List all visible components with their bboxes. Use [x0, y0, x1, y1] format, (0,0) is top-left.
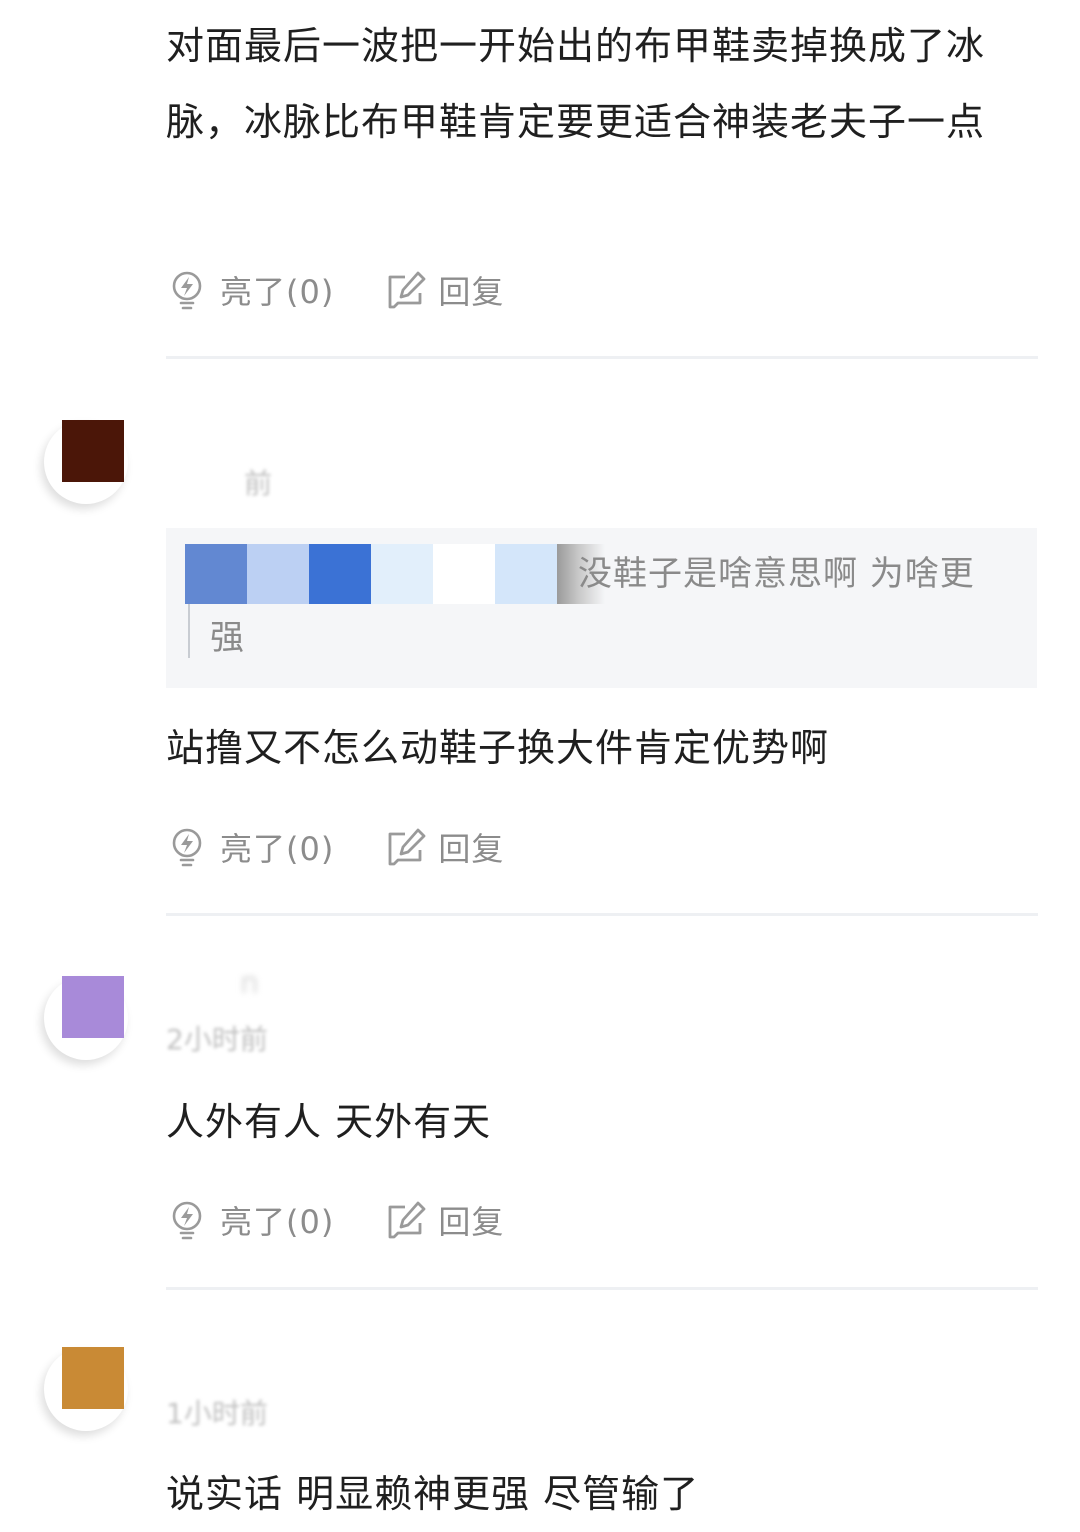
mosaic-block: [495, 544, 557, 604]
quoted-text-continued: 强: [210, 618, 244, 658]
comment-thread: 对面最后一波把一开始出的布甲鞋卖掉换成了冰脉，冰脉比布甲鞋肯定要更适合神装老夫子…: [0, 0, 1080, 1532]
edit-reply-icon: [388, 1201, 426, 1239]
quoted-text: 没鞋子是啥意思啊 为啥更: [578, 554, 975, 594]
comment-time: 前: [244, 467, 273, 500]
like-button[interactable]: 亮了(0): [166, 1197, 334, 1243]
mosaic-block: [433, 544, 495, 604]
mosaic-block: [371, 544, 433, 604]
reply-label: 回复: [438, 1203, 505, 1241]
reply-label: 回复: [438, 273, 505, 311]
lightbulb-icon: [172, 271, 202, 310]
divider: [166, 356, 1038, 359]
avatar[interactable]: [44, 420, 128, 504]
avatar-image: [62, 1347, 124, 1409]
like-count-label: 亮了(0): [220, 1203, 335, 1241]
comment-text: 说实话 明显赖神更强 尽管输了: [166, 1472, 700, 1516]
like-count-label: 亮了(0): [220, 830, 335, 868]
edit-reply-icon: [388, 828, 426, 866]
comment-actions: 亮了(0) 回复: [166, 1197, 504, 1243]
lightbulb-icon: [172, 828, 202, 867]
reply-button[interactable]: 回复: [384, 267, 504, 313]
mosaic-block: [247, 544, 309, 604]
avatar[interactable]: [44, 1347, 128, 1431]
divider: [166, 1287, 1038, 1290]
comment-actions: 亮了(0) 回复: [166, 824, 504, 870]
mosaic-block: [309, 544, 371, 604]
edit-reply-icon: [388, 271, 426, 309]
comment-time: 1小时前: [166, 1397, 268, 1430]
avatar-image: [62, 420, 124, 482]
like-button[interactable]: 亮了(0): [166, 267, 334, 313]
avatar-image: [62, 976, 124, 1038]
like-button[interactable]: 亮了(0): [166, 824, 334, 870]
pixelated-username: [185, 544, 605, 604]
comment-actions: 亮了(0) 回复: [166, 267, 504, 313]
reply-button[interactable]: 回复: [384, 824, 504, 870]
quoted-comment[interactable]: 没鞋子是啥意思啊 为啥更 强: [166, 528, 1037, 688]
username[interactable]: n: [240, 966, 259, 1001]
comment-time: 2小时前: [166, 1023, 268, 1056]
comment-text: 人外有人 天外有天: [166, 1100, 492, 1144]
lightbulb-icon: [172, 1201, 202, 1240]
like-count-label: 亮了(0): [220, 273, 335, 311]
comment-text: 站撸又不怎么动鞋子换大件肯定优势啊: [166, 726, 830, 770]
reply-button[interactable]: 回复: [384, 1197, 504, 1243]
mosaic-block: [185, 544, 247, 604]
comment-text: 对面最后一波把一开始出的布甲鞋卖掉换成了冰脉，冰脉比布甲鞋肯定要更适合神装老夫子…: [166, 24, 986, 144]
avatar[interactable]: [44, 976, 128, 1060]
reply-label: 回复: [438, 830, 505, 868]
divider: [166, 913, 1038, 916]
